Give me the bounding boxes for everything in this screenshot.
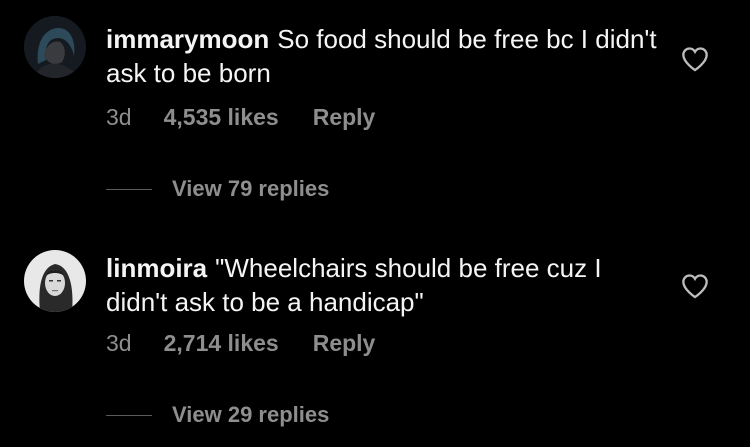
avatar[interactable] bbox=[24, 250, 86, 312]
view-replies-button[interactable]: View 79 replies bbox=[106, 176, 329, 202]
reply-button[interactable]: Reply bbox=[313, 104, 376, 131]
likes-count[interactable]: 2,714 likes bbox=[164, 330, 279, 357]
divider-line bbox=[106, 414, 152, 416]
divider-line bbox=[106, 188, 152, 190]
view-replies-label: View 79 replies bbox=[172, 176, 330, 201]
heart-outline-icon[interactable] bbox=[681, 273, 709, 299]
comment-meta: 3d 4,535 likes Reply bbox=[106, 104, 375, 131]
comment-text: immarymoon So food should be free bc I di… bbox=[106, 22, 666, 90]
comment-meta: 3d 2,714 likes Reply bbox=[106, 330, 375, 357]
view-replies-label: View 29 replies bbox=[172, 402, 330, 427]
reply-button[interactable]: Reply bbox=[313, 330, 376, 357]
avatar[interactable] bbox=[24, 16, 86, 78]
comment-time: 3d bbox=[106, 104, 132, 130]
heart-outline-icon[interactable] bbox=[681, 46, 709, 72]
comment-username[interactable]: immarymoon bbox=[106, 24, 269, 54]
view-replies-button[interactable]: View 29 replies bbox=[106, 402, 329, 428]
avatar-blue-hair-icon bbox=[24, 16, 86, 78]
avatar-sketch-portrait-icon bbox=[24, 250, 86, 312]
comment-text: linmoira "Wheelchairs should be free cuz … bbox=[106, 251, 666, 319]
comment-username[interactable]: linmoira bbox=[106, 253, 207, 283]
likes-count[interactable]: 4,535 likes bbox=[164, 104, 279, 131]
comment-time: 3d bbox=[106, 330, 132, 356]
